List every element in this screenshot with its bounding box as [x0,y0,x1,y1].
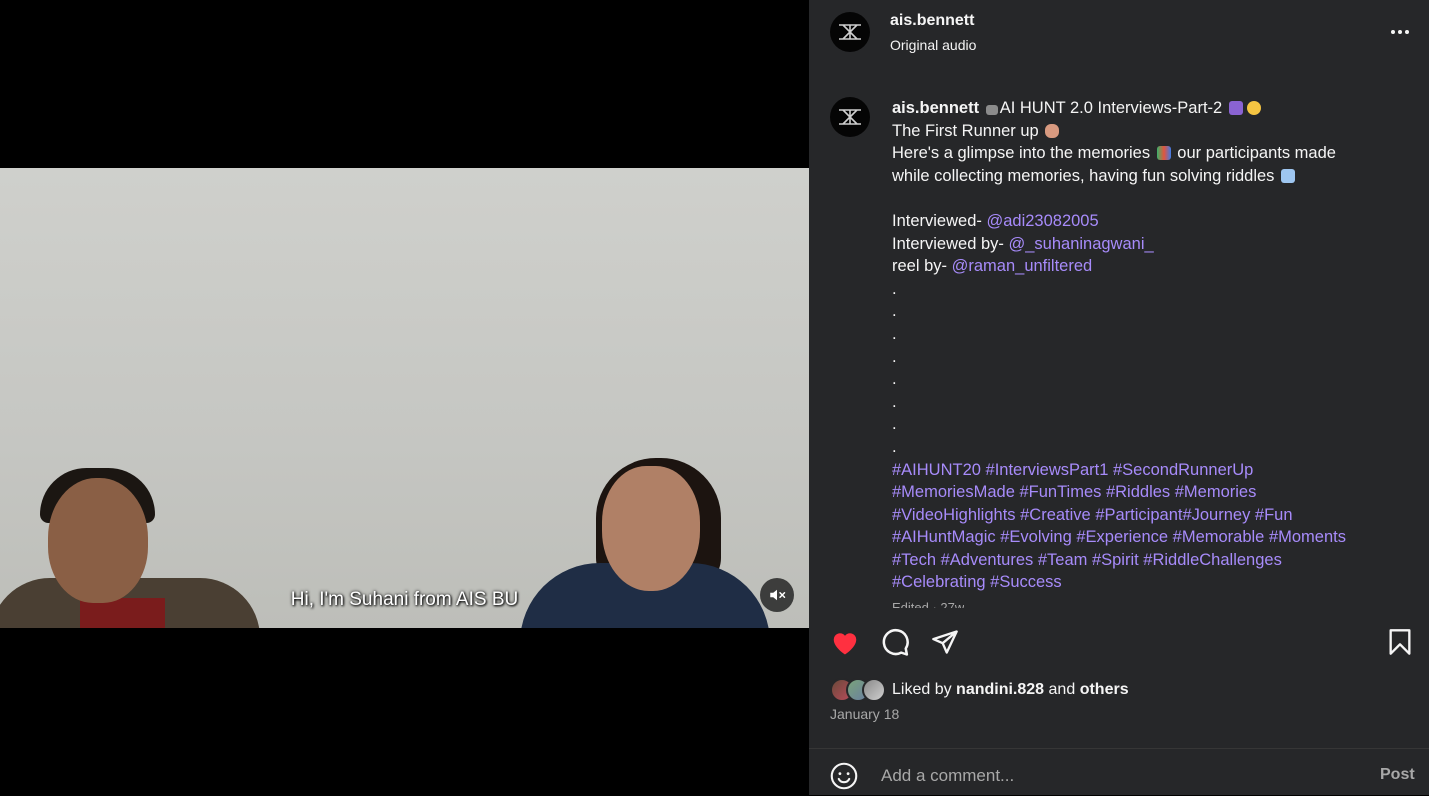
mute-button[interactable] [760,578,794,612]
more-options-button[interactable] [1387,22,1413,42]
post-author-username[interactable]: ais.bennett [890,12,974,30]
ais-logo-icon [839,24,861,40]
video-area: Hi, I'm Suhani from AIS BU [0,0,809,795]
hashtag-line[interactable]: #Tech #Adventures #Team #Spirit #RiddleC… [892,549,1392,572]
hashtag-line[interactable]: #AIHuntMagic #Evolving #Experience #Memo… [892,526,1392,549]
likes-others[interactable]: others [1080,681,1129,698]
caption-line-4: while collecting memories, having fun so… [892,166,1275,185]
video-subtitle: Hi, I'm Suhani from AIS BU [290,589,519,610]
dot-line: . [892,370,897,389]
likes-conjunction: and [1048,681,1076,698]
heart-filled-icon [833,633,857,655]
like-button[interactable] [827,622,863,662]
mention-link[interactable]: @_suhaninagwani_ [1008,235,1153,253]
edited-label: Edited · 27w [892,600,965,608]
caption-avatar[interactable] [830,97,870,137]
save-button[interactable] [1382,622,1418,662]
caption-line-3b: our participants made [1177,144,1336,163]
emoji-button[interactable] [829,761,859,791]
dot-line: . [892,347,897,366]
share-button[interactable] [927,622,963,662]
hashtag-line[interactable]: #VideoHighlights #Creative #Participant#… [892,504,1392,527]
more-horizontal-icon [1391,30,1395,34]
person-right-face [602,466,700,591]
action-bar [809,622,1429,662]
raised-hands-emoji-icon [1045,123,1060,138]
ais-logo-icon [839,109,861,125]
interviewed-by-label: Interviewed by- [892,234,1004,253]
books-emoji-icon [1156,146,1171,161]
caption-username[interactable]: ais.bennett [892,99,979,117]
comment-input[interactable] [879,763,1343,789]
dot-line: . [892,437,897,456]
speaker-muted-icon [770,589,786,601]
audio-label[interactable]: Original audio [890,37,976,53]
share-icon [932,630,958,654]
dot-line: . [892,324,897,343]
post-panel: ais.bennett Original audio ais.bennett A… [809,0,1429,795]
likes-text: Liked by nandini.828 and others [892,681,1129,699]
comment-button[interactable] [877,622,913,662]
laptop-emoji-icon [1281,168,1296,183]
avatar[interactable] [830,12,870,52]
dot-line: . [892,279,897,298]
smiley-icon [830,762,858,790]
interviewed-label: Interviewed- [892,211,982,230]
dot-line: . [892,415,897,434]
likes-prefix: Liked by [892,681,952,698]
person-left-face [48,478,148,603]
mention-link[interactable]: @raman_unfiltered [952,257,1093,275]
bookmark-icon [1389,629,1411,655]
caption-line-3a: Here's a glimpse into the memories [892,144,1151,163]
camera-emoji-icon [985,105,998,115]
divider [809,609,1429,610]
likes-summary[interactable]: Liked by nandini.828 and others [830,678,1129,702]
sparkles-emoji-icon [1246,101,1261,115]
video-player[interactable] [0,168,809,628]
caption-line-2: The First Runner up [892,121,1039,140]
dot-line: . [892,392,897,411]
liker-username[interactable]: nandini.828 [956,681,1044,698]
mention-link[interactable]: @adi23082005 [986,212,1098,230]
post-button[interactable]: Post [1380,766,1415,784]
hashtag-line[interactable]: #Celebrating #Success [892,571,1392,594]
clapper-emoji-icon [1228,101,1243,115]
hashtag-line[interactable]: #AIHUNT20 #InterviewsPart1 #SecondRunner… [892,459,1392,482]
liker-avatar [862,678,886,702]
reel-by-label: reel by- [892,257,948,276]
post-caption: ais.bennett AI HUNT 2.0 Interviews-Part-… [892,97,1392,607]
post-date[interactable]: January 18 [830,706,899,722]
hashtag-line[interactable]: #MemoriesMade #FunTimes #Riddles #Memori… [892,481,1392,504]
comment-icon [882,628,909,656]
comment-bar: Post [809,748,1429,796]
caption-title: AI HUNT 2.0 Interviews-Part-2 [999,99,1223,117]
dot-line: . [892,302,897,321]
